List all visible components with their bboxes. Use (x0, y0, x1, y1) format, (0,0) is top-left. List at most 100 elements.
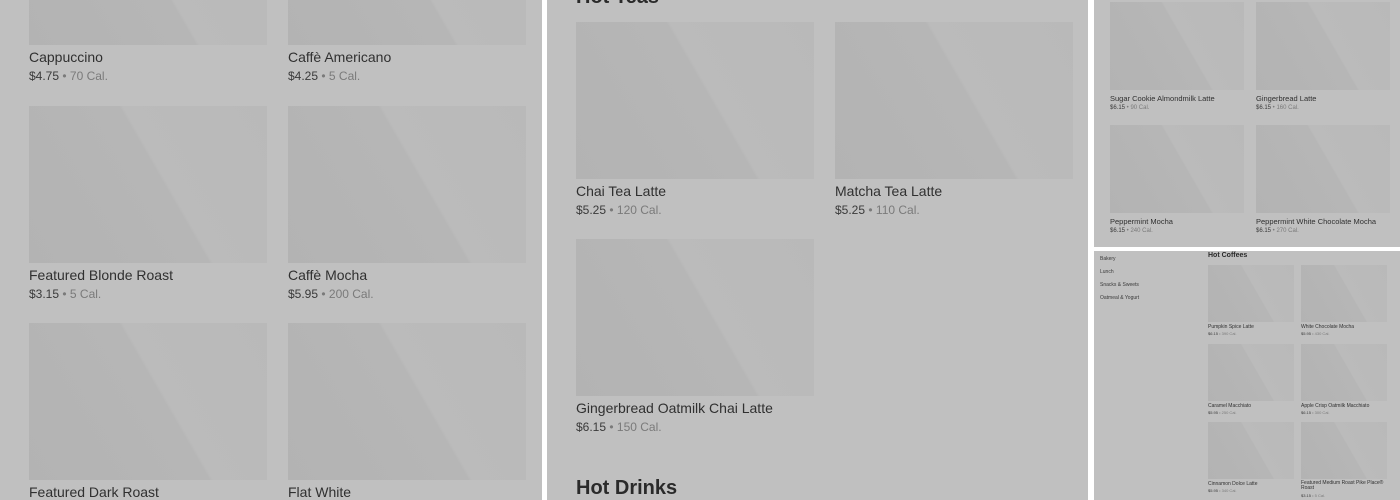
item-image (1301, 265, 1387, 322)
sidebar-item-oatmeal-yogurt[interactable]: Oatmeal & Yogurt (1100, 295, 1139, 301)
menu-item-card[interactable]: Caramel Macchiato $5.95 • 250 Cal. (1208, 344, 1294, 416)
menu-item-card[interactable]: Peppermint Mocha $6.15 • 240 Cal. (1110, 125, 1244, 238)
item-meta: $6.15 • 240 Cal. (1110, 228, 1153, 234)
sidebar-item-lunch[interactable]: Lunch (1100, 269, 1114, 275)
menu-item-card[interactable]: Cappuccino $4.75 • 70 Cal. (29, 0, 267, 100)
item-calories: 70 Cal. (69, 69, 108, 83)
item-calories: 110 Cal. (875, 203, 920, 217)
item-calories: 5 Cal. (328, 69, 361, 83)
item-meta: $3.15 • 5 Cal. (1301, 493, 1326, 498)
item-meta: $5.95 • 340 Cal. (1208, 488, 1237, 493)
item-price: $5.95 (1208, 410, 1219, 415)
item-name: Caffè Mocha (288, 267, 368, 283)
item-name: Flat White (288, 484, 352, 500)
menu-item-card[interactable]: Matcha Tea Latte $5.25 • 110 Cal. (835, 22, 1073, 222)
item-meta: $5.95 • 250 Cal. (1208, 410, 1237, 415)
item-name: Caffè Americano (288, 49, 392, 65)
item-name: Peppermint White Chocolate Mocha (1256, 217, 1377, 226)
sidebar-item-bakery[interactable]: Bakery (1100, 256, 1116, 262)
item-calories: 430 Cal. (1314, 331, 1330, 336)
item-image (835, 22, 1073, 179)
item-name: Cinnamon Dolce Latte (1208, 481, 1258, 487)
menu-item-card[interactable]: Gingerbread Latte $6.15 • 160 Cal. (1256, 2, 1390, 115)
item-image (576, 239, 814, 396)
item-image (1110, 125, 1244, 213)
item-calories: 250 Cal. (1221, 410, 1237, 415)
menu-panel-seasonal: Sugar Cookie Almondmilk Latte $6.15 • 90… (1094, 0, 1400, 247)
menu-item-card[interactable]: Featured Dark Roast (29, 323, 267, 500)
sidebar-item-snacks-sweets[interactable]: Snacks & Sweets (1100, 282, 1139, 288)
item-name: Pumpkin Spice Latte (1208, 324, 1254, 330)
menu-item-card[interactable]: Featured Medium Roast Pike Place® Roast … (1301, 422, 1387, 500)
menu-item-card[interactable]: White Chocolate Mocha $5.95 • 430 Cal. (1301, 265, 1387, 337)
item-name: Chai Tea Latte (576, 183, 667, 199)
section-title-hot-drinks: Hot Drinks (576, 477, 678, 499)
item-meta: $6.15 • 390 Cal. (1208, 331, 1237, 336)
item-price: $6.15 (576, 420, 607, 434)
item-name: Apple Crisp Oatmilk Macchiato (1301, 403, 1370, 409)
item-name: Featured Blonde Roast (29, 267, 173, 283)
item-calories: 5 Cal. (69, 287, 102, 301)
menu-item-card[interactable]: Chai Tea Latte $5.25 • 120 Cal. (576, 22, 814, 222)
item-price: $5.25 (576, 203, 607, 217)
item-name: Sugar Cookie Almondmilk Latte (1110, 94, 1215, 103)
item-meta: $6.15 • 90 Cal. (1110, 105, 1150, 111)
menu-item-card[interactable]: Sugar Cookie Almondmilk Latte $6.15 • 90… (1110, 2, 1244, 115)
item-meta: $6.15 • 270 Cal. (1256, 228, 1299, 234)
item-meta: $3.15 • 5 Cal. (29, 287, 102, 301)
item-image (1301, 422, 1387, 479)
item-calories: 270 Cal. (1276, 228, 1299, 234)
item-calories: 5 Cal. (1314, 493, 1326, 498)
item-calories: 300 Cal. (1314, 410, 1330, 415)
item-meta: $4.25 • 5 Cal. (288, 69, 361, 83)
item-price: $6.15 (1110, 105, 1126, 111)
menu-item-card[interactable]: Cinnamon Dolce Latte $5.95 • 340 Cal. (1208, 422, 1294, 494)
menu-item-card[interactable]: Caffè Mocha $5.95 • 200 Cal. (288, 106, 526, 306)
menu-item-card[interactable]: Flat White (288, 323, 526, 500)
item-calories: 390 Cal. (1221, 331, 1237, 336)
item-price: $5.95 (1301, 331, 1312, 336)
menu-item-card[interactable]: Caffè Americano $4.25 • 5 Cal. (288, 0, 526, 100)
item-name: Gingerbread Latte (1256, 94, 1317, 103)
item-image (288, 323, 526, 480)
item-image (1110, 2, 1244, 90)
item-image (29, 0, 267, 45)
item-image (1301, 344, 1387, 401)
menu-panel-coffees: Cappuccino $4.75 • 70 Cal. Caffè America… (0, 0, 542, 500)
item-price: $6.15 (1110, 228, 1126, 234)
item-image (288, 106, 526, 263)
item-price: $6.15 (1208, 331, 1219, 336)
menu-item-card[interactable]: Peppermint White Chocolate Mocha $6.15 •… (1256, 125, 1390, 238)
menu-item-card[interactable]: Pumpkin Spice Latte $6.15 • 390 Cal. (1208, 265, 1294, 337)
item-meta: $5.95 • 430 Cal. (1301, 331, 1330, 336)
item-calories: 120 Cal. (616, 203, 662, 217)
item-calories: 340 Cal. (1221, 488, 1237, 493)
item-price: $6.15 (1256, 105, 1272, 111)
item-name: Gingerbread Oatmilk Chai Latte (576, 400, 773, 416)
item-meta: $5.25 • 110 Cal. (835, 203, 920, 217)
item-image (576, 22, 814, 179)
item-image (1208, 422, 1294, 479)
item-name: Cappuccino (29, 49, 103, 65)
item-image (1208, 265, 1294, 322)
item-image (1256, 2, 1390, 90)
item-meta: $6.15 • 160 Cal. (1256, 105, 1299, 111)
menu-panel-teas: Hot Teas Chai Tea Latte $5.25 • 120 Cal.… (547, 0, 1088, 500)
item-image (29, 323, 267, 480)
item-image (1208, 344, 1294, 401)
item-name: White Chocolate Mocha (1301, 324, 1355, 330)
item-price: $6.15 (1256, 228, 1272, 234)
item-image (1256, 125, 1390, 213)
item-calories: 240 Cal. (1130, 228, 1153, 234)
item-calories: 200 Cal. (328, 287, 374, 301)
item-meta: $5.95 • 200 Cal. (288, 287, 374, 301)
item-meta: $6.15 • 150 Cal. (576, 420, 662, 434)
menu-item-card[interactable]: Featured Blonde Roast $3.15 • 5 Cal. (29, 106, 267, 306)
item-price: $4.25 (288, 69, 319, 83)
item-calories: 90 Cal. (1130, 105, 1150, 111)
item-price: $5.95 (288, 287, 319, 301)
menu-item-card[interactable]: Apple Crisp Oatmilk Macchiato $6.15 • 30… (1301, 344, 1387, 416)
menu-item-card[interactable]: Gingerbread Oatmilk Chai Latte $6.15 • 1… (576, 239, 814, 439)
item-price: $3.15 (29, 287, 60, 301)
item-name: Matcha Tea Latte (835, 183, 943, 199)
